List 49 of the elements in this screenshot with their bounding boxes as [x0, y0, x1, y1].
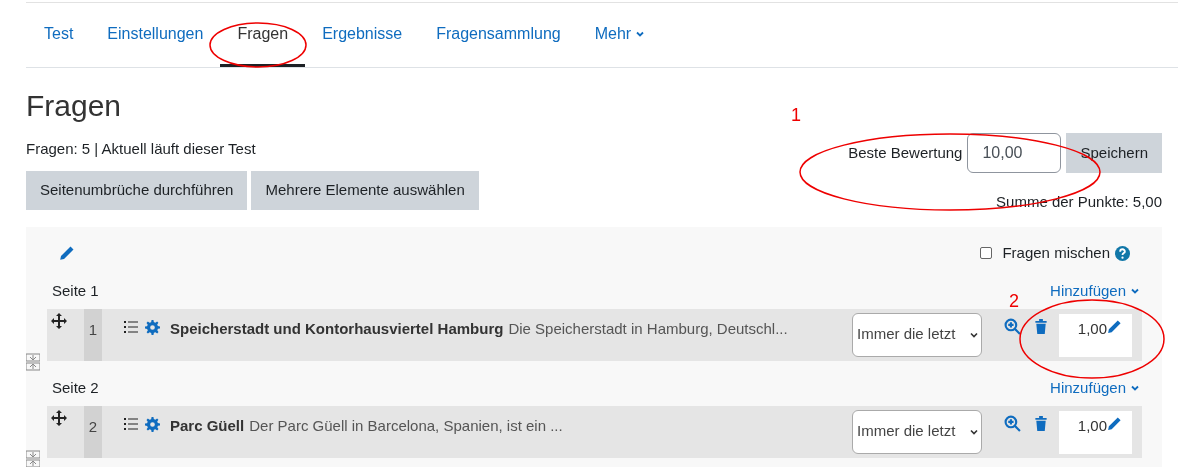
question-name[interactable]: Speicherstadt und Kontorhausviertel Hamburg — [170, 317, 504, 340]
action-button[interactable]: Mehrere Elemente auswählen — [251, 170, 479, 210]
chevron-down-icon — [1130, 286, 1140, 296]
shuffle-checkbox[interactable] — [980, 247, 993, 259]
zoom-in-icon[interactable] — [1004, 414, 1021, 432]
pencil-icon[interactable] — [1107, 415, 1122, 431]
add-link[interactable]: Hinzufügen — [1050, 279, 1140, 303]
max-grade-label: Beste Bewertung — [848, 142, 963, 163]
chevron-down-icon — [1130, 383, 1140, 393]
gear-icon[interactable] — [145, 416, 160, 432]
page-heading: Fragen — [26, 88, 123, 124]
page-break-icon[interactable] — [26, 352, 40, 371]
max-grade-field[interactable]: 10,00 — [967, 133, 1062, 173]
nav-tab[interactable]: Fragensammlung — [419, 3, 578, 67]
page-label: Seite 2 — [52, 377, 99, 398]
page-break-icon[interactable] — [26, 449, 40, 467]
list-icon — [124, 416, 138, 431]
nav-tab[interactable]: Ergebnisse — [305, 3, 420, 67]
question-number: 1 — [84, 308, 102, 361]
action-button[interactable]: Seitenumbrüche durchführen — [26, 170, 248, 210]
pencil-icon[interactable] — [1107, 318, 1122, 334]
help-icon[interactable] — [1115, 245, 1130, 261]
add-link[interactable]: Hinzufügen — [1050, 376, 1140, 400]
annotation-number: 1 — [791, 104, 801, 127]
gear-icon[interactable] — [145, 319, 160, 335]
shuffle-label: Fragen mischen — [1002, 242, 1110, 263]
grade-value: 1,00 — [1077, 415, 1107, 436]
info-text: Fragen: 5 | Aktuell läuft dieser Test — [26, 139, 257, 159]
move-icon[interactable] — [51, 409, 67, 426]
question-description: Die Speicherstadt in Hamburg, Deutschl... — [508, 318, 788, 339]
behaviour-select[interactable]: Immer die letzt — [852, 312, 982, 357]
question-name[interactable]: Parc Güell — [170, 414, 245, 437]
grade-value: 1,00 — [1077, 318, 1107, 339]
move-icon[interactable] — [51, 312, 67, 329]
nav-tab[interactable]: Mehr — [577, 3, 663, 67]
nav-tab[interactable]: Test — [27, 3, 91, 67]
behaviour-select[interactable]: Immer die letzt — [852, 409, 982, 454]
question-description: Der Parc Güell in Barcelona, Spanien, ist ein ... — [249, 415, 563, 436]
list-icon — [124, 319, 138, 334]
question-number: 2 — [84, 405, 102, 458]
page-label: Seite 1 — [52, 280, 99, 301]
nav-tab[interactable]: Einstellungen — [90, 3, 221, 67]
save-button[interactable]: Speichern — [1066, 133, 1162, 173]
trash-icon[interactable] — [1034, 318, 1048, 334]
nav-tab[interactable]: Fragen — [220, 3, 306, 67]
annotation-number: 2 — [1009, 290, 1019, 313]
pencil-icon[interactable] — [59, 245, 75, 261]
zoom-in-icon[interactable] — [1004, 317, 1021, 335]
trash-icon[interactable] — [1034, 415, 1048, 431]
